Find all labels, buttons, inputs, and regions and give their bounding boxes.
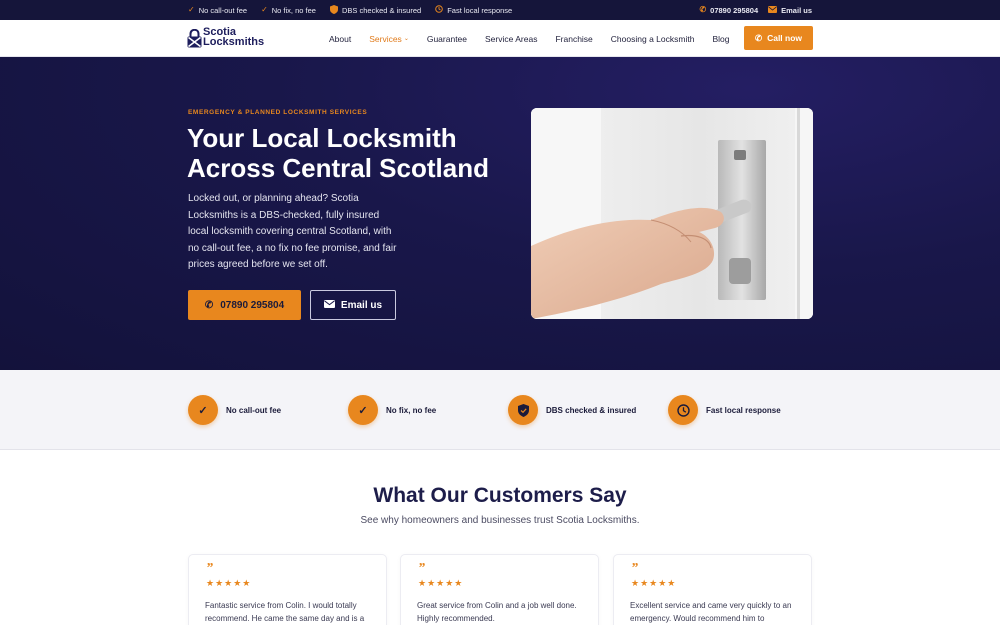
feature-fast: Fast local response xyxy=(668,395,781,425)
brand-name-line2: Locksmiths xyxy=(203,36,265,48)
chevron-down-icon: ⌄ xyxy=(403,36,409,42)
shield-icon xyxy=(508,395,538,425)
star-rating: ★★★★★ xyxy=(418,578,464,588)
hero-email-button[interactable]: Email us xyxy=(310,290,396,320)
feature-label: No call-out fee xyxy=(226,405,282,415)
testimonial-card: ” ★★★★★ Fantastic service from Colin. I … xyxy=(188,554,387,625)
star-rating: ★★★★★ xyxy=(206,578,252,588)
quote-mark-icon: ” xyxy=(206,561,213,576)
hero-phone-label: 07890 295804 xyxy=(220,299,285,311)
topbar-item-label: Fast local response xyxy=(447,5,513,15)
nav-services[interactable]: Services ⌄ xyxy=(369,34,409,44)
envelope-icon xyxy=(323,299,335,311)
nav-service-areas[interactable]: Service Areas xyxy=(485,34,537,44)
topbar-phone: 07890 295804 xyxy=(710,5,759,15)
hero-title-line2: Across Central Scotland xyxy=(187,153,489,183)
padlock-flag-icon xyxy=(187,29,202,48)
hero-title: Your Local Locksmith Across Central Scot… xyxy=(187,123,507,183)
topbar-item-no-callout: ✓ No call-out fee xyxy=(188,6,247,15)
testimonial-text: Great service from Colin and a job well … xyxy=(417,601,577,623)
hero-lead: Locked out, or planning ahead? Scotia Lo… xyxy=(188,193,397,270)
quote-mark-icon: ” xyxy=(418,561,425,576)
testimonials-title: What Our Customers Say xyxy=(373,484,627,507)
testimonials-subtitle: See why homeowners and businesses trust … xyxy=(360,515,640,526)
top-info-bar: ✓ No call-out fee ✓ No fix, no fee DBS c… xyxy=(0,0,1000,20)
nav-choosing-locksmith[interactable]: Choosing a Locksmith xyxy=(611,34,695,44)
feature-no-fix: ✓ No fix, no fee xyxy=(348,395,436,425)
topbar-item-fast: Fast local response xyxy=(435,5,512,15)
topbar-email: Email us xyxy=(781,5,812,15)
topbar-item-label: No call-out fee xyxy=(198,5,248,15)
nav-guarantee[interactable]: Guarantee xyxy=(427,34,467,44)
hero-section: EMERGENCY & PLANNED LOCKSMITH SERVICES Y… xyxy=(0,57,1000,370)
topbar-item-label: No fix, no fee xyxy=(271,5,316,15)
topbar-item-dbs: DBS checked & insured xyxy=(329,4,422,16)
star-rating: ★★★★★ xyxy=(631,578,677,588)
testimonial-text: Excellent service and came very quickly … xyxy=(630,601,792,623)
phone-icon: ✆ xyxy=(754,32,763,43)
hero-email-label: Email us xyxy=(340,299,383,311)
call-now-label: Call now xyxy=(767,33,803,43)
topbar-email-link[interactable]: Email us xyxy=(768,5,812,15)
topbar-item-label: DBS checked & insured xyxy=(341,5,422,15)
brand-logo[interactable]: Scotia Locksmiths xyxy=(187,27,267,51)
check-icon: ✓ xyxy=(348,395,378,425)
feature-no-callout: ✓ No call-out fee xyxy=(188,395,281,425)
check-icon: ✓ xyxy=(188,5,195,14)
topbar-item-no-fix: ✓ No fix, no fee xyxy=(261,6,316,15)
nav-menu: About Services ⌄ Guarantee Service Areas … xyxy=(329,20,747,57)
hero-phone-button[interactable]: ✆ 07890 295804 xyxy=(188,290,301,320)
nav-franchise[interactable]: Franchise xyxy=(555,34,592,44)
check-icon: ✓ xyxy=(261,5,268,14)
nav-services-label: Services xyxy=(369,33,402,44)
feature-label: Fast local response xyxy=(706,405,781,415)
feature-label: DBS checked & insured xyxy=(546,405,637,415)
testimonial-card: ” ★★★★★ Excellent service and came very … xyxy=(613,554,812,625)
quote-mark-icon: ” xyxy=(631,561,638,576)
nav-about[interactable]: About xyxy=(329,34,351,44)
testimonial-card: ” ★★★★★ Great service from Colin and a j… xyxy=(400,554,599,625)
phone-icon: ✆ xyxy=(699,5,707,14)
check-icon: ✓ xyxy=(188,395,218,425)
phone-icon: ✆ xyxy=(204,299,214,311)
testimonial-text: Fantastic service from Colin. I would to… xyxy=(205,601,365,623)
topbar-contact: ✆ 07890 295804 Email us xyxy=(699,0,812,20)
call-now-button[interactable]: ✆ Call now xyxy=(744,26,813,50)
hero-title-line1: Your Local Locksmith xyxy=(187,123,457,153)
features-band: ✓ No call-out fee ✓ No fix, no fee DBS c… xyxy=(0,370,1000,450)
trust-points: ✓ No call-out fee ✓ No fix, no fee DBS c… xyxy=(188,0,512,20)
envelope-icon xyxy=(768,5,778,15)
main-navigation: Scotia Locksmiths About Services ⌄ Guaran… xyxy=(0,20,1000,57)
nav-blog[interactable]: Blog xyxy=(712,34,729,44)
clock-icon xyxy=(668,395,698,425)
shield-icon xyxy=(329,4,338,16)
topbar-phone-link[interactable]: ✆ 07890 295804 xyxy=(699,6,758,15)
feature-dbs: DBS checked & insured xyxy=(508,395,636,425)
feature-label: No fix, no fee xyxy=(386,405,437,415)
clock-icon xyxy=(435,5,443,15)
hero-photo-hand-on-door-handle xyxy=(531,108,813,319)
hero-eyebrow: EMERGENCY & PLANNED LOCKSMITH SERVICES xyxy=(188,109,368,116)
